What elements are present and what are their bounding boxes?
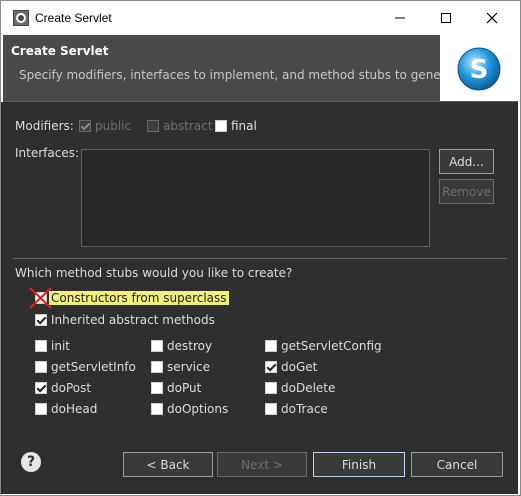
dohead-label: doHead (51, 402, 98, 416)
banner-title: Create Servlet (11, 44, 109, 58)
getservletconfig-label: getServletConfig (281, 339, 382, 353)
inherited-abstract-checkbox[interactable] (35, 314, 47, 326)
dopost-checkbox[interactable] (35, 382, 47, 394)
dooptions-checkbox[interactable] (151, 403, 163, 415)
modifiers-label: Modifiers: (15, 119, 74, 133)
finish-button[interactable]: Finish (313, 452, 405, 477)
dotrace-checkbox[interactable] (265, 403, 277, 415)
remove-interface-button[interactable]: Remove (439, 179, 494, 204)
logo-letter: S (470, 55, 489, 85)
public-checkbox[interactable] (79, 120, 91, 132)
minimize-icon (395, 17, 405, 19)
minimize-button[interactable] (377, 1, 423, 35)
doget-label: doGet (281, 360, 318, 374)
interfaces-list[interactable] (81, 149, 430, 247)
public-label: public (95, 119, 132, 133)
doget-checkbox[interactable] (265, 361, 277, 373)
dooptions-label: doOptions (167, 402, 229, 416)
dodelete-label: doDelete (281, 381, 336, 395)
dopost-label: doPost (51, 381, 92, 395)
back-button[interactable]: < Back (123, 452, 213, 477)
close-button[interactable] (469, 1, 515, 35)
getservletinfo-label: getServletInfo (51, 360, 136, 374)
getservletconfig-checkbox[interactable] (265, 340, 277, 352)
wizard-banner: Create Servlet Specify modifiers, interf… (3, 35, 518, 101)
title-bar: Create Servlet (1, 1, 520, 35)
destroy-label: destroy (167, 339, 213, 353)
cancel-button[interactable]: Cancel (411, 452, 503, 477)
eclipse-app-icon (13, 10, 29, 26)
interfaces-label: Interfaces: (15, 146, 80, 160)
constructors-label: Constructors from superclass (49, 291, 229, 305)
destroy-checkbox[interactable] (151, 340, 163, 352)
method-stubs-question: Which method stubs would you like to cre… (15, 266, 293, 280)
doput-checkbox[interactable] (151, 382, 163, 394)
banner-description: Specify modifiers, interfaces to impleme… (19, 68, 469, 82)
create-servlet-dialog: Create Servlet Create Servlet Specify mo… (0, 0, 521, 496)
wizard-footer: ? < Back Next > Finish Cancel (3, 438, 518, 494)
next-button[interactable]: Next > (217, 452, 307, 477)
getservletinfo-checkbox[interactable] (35, 361, 47, 373)
maximize-button[interactable] (423, 1, 469, 35)
inherited-abstract-label: Inherited abstract methods (51, 313, 215, 327)
dotrace-label: doTrace (281, 402, 328, 416)
service-label: service (167, 360, 210, 374)
service-checkbox[interactable] (151, 361, 163, 373)
servlet-logo-icon: S (457, 47, 501, 91)
wizard-content: Modifiers: public abstract final Interfa… (3, 102, 518, 438)
abstract-label: abstract (163, 119, 213, 133)
dodelete-checkbox[interactable] (265, 382, 277, 394)
final-label: final (231, 119, 257, 133)
servlet-logo-area: S (440, 35, 518, 101)
dohead-checkbox[interactable] (35, 403, 47, 415)
abstract-checkbox[interactable] (147, 120, 159, 132)
close-icon (486, 12, 498, 24)
init-label: init (51, 339, 70, 353)
final-checkbox[interactable] (215, 120, 227, 132)
init-checkbox[interactable] (35, 340, 47, 352)
add-interface-button[interactable]: Add... (439, 149, 494, 174)
window-title: Create Servlet (35, 11, 112, 25)
maximize-icon (441, 13, 451, 23)
help-icon[interactable]: ? (21, 452, 41, 472)
section-separator (13, 258, 507, 259)
doput-label: doPut (167, 381, 202, 395)
